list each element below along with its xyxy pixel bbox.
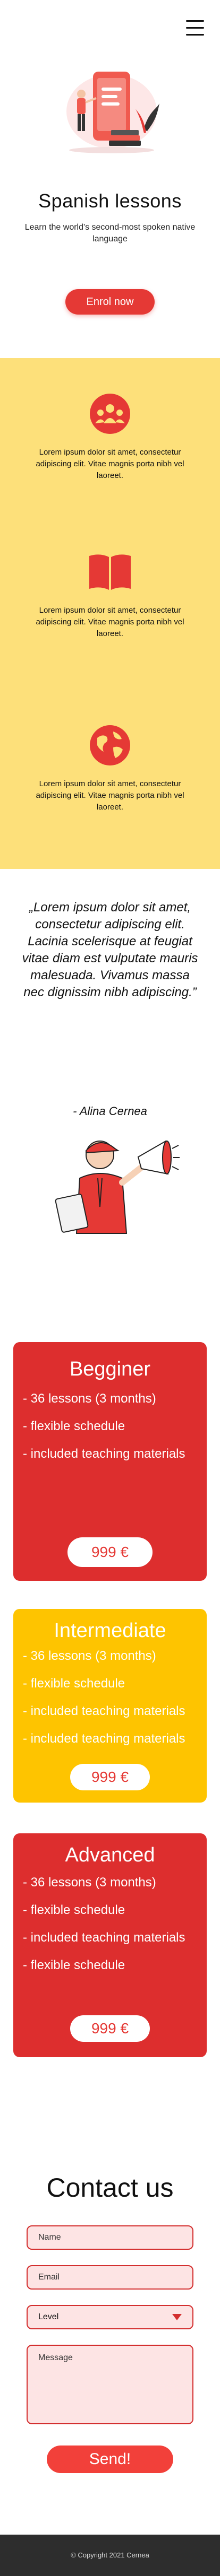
plan-title: Advanced (65, 1844, 155, 1866)
open-book-icon (89, 554, 131, 590)
hero-subtitle: Learn the world's second-most spoken nat… (24, 223, 196, 243)
plan-feature: - included teaching materials (23, 1704, 185, 1718)
plan-feature: - flexible schedule (23, 1903, 125, 1917)
testimonial-author: - Alina Cernea (73, 1104, 147, 1118)
globe-icon (90, 725, 130, 765)
plan-feature: - included teaching materials (23, 1731, 185, 1746)
email-field[interactable] (27, 2265, 193, 2290)
feature-text: Lorem ipsum dolor sit amet, consectetur … (36, 779, 184, 812)
plan-feature: - 36 lessons (3 months) (23, 1391, 156, 1406)
plan-title: Begginer (69, 1358, 151, 1380)
message-field[interactable] (27, 2345, 193, 2424)
send-button[interactable]: Send! (47, 2446, 173, 2473)
feature-item: Lorem ipsum dolor sit amet, consectetur … (0, 393, 220, 482)
plan-feature: - 36 lessons (3 months) (23, 1875, 156, 1890)
plan-feature-list: - 36 lessons (3 months) - flexible sched… (13, 1648, 207, 1747)
features-section: Lorem ipsum dolor sit amet, consectetur … (0, 358, 220, 869)
testimonial-quote: „Lorem ipsum dolor sit amet, consectetur… (22, 900, 198, 999)
plan-feature: - 36 lessons (3 months) (23, 1649, 156, 1663)
price-button[interactable]: 999 € (70, 1764, 150, 1790)
person-megaphone-illustration (55, 1140, 180, 1234)
plan-feature: - included teaching materials (23, 1930, 185, 1945)
menu-line (186, 34, 204, 36)
menu-line (186, 27, 204, 29)
header (0, 0, 220, 58)
plan-card-intermediate: Intermediate - 36 lessons (3 months) - f… (13, 1609, 207, 1803)
level-select-value: Level (38, 2312, 59, 2321)
plan-title: Intermediate (54, 1620, 166, 1642)
page-title: Spanish lessons (38, 190, 182, 212)
plan-feature-list: - 36 lessons (3 months) - flexible sched… (13, 1874, 207, 1974)
copyright-text: © Copyright 2021 Cernea (71, 2551, 149, 2559)
level-select[interactable]: Level (27, 2305, 193, 2329)
enroll-button[interactable]: Enrol now (65, 289, 155, 315)
hamburger-menu-icon[interactable] (186, 20, 204, 36)
plan-card-advanced: Advanced - 36 lessons (3 months) - flexi… (13, 1833, 207, 2057)
feature-item: Lorem ipsum dolor sit amet, consectetur … (0, 551, 220, 640)
feature-text: Lorem ipsum dolor sit amet, consectetur … (36, 448, 184, 480)
plan-feature: - flexible schedule (23, 1676, 125, 1691)
hero-illustration (66, 72, 159, 153)
chevron-down-icon (172, 2314, 182, 2320)
menu-line (186, 20, 204, 22)
plan-feature: - included teaching materials (23, 1447, 185, 1461)
plan-feature: - flexible schedule (23, 1419, 125, 1433)
people-group-icon (90, 394, 130, 434)
price-button[interactable]: 999 € (70, 2015, 150, 2042)
plan-card-begginer: Begginer - 36 lessons (3 months) - flexi… (13, 1342, 207, 1581)
plan-feature-list: - 36 lessons (3 months) - flexible sched… (13, 1390, 207, 1463)
feature-text: Lorem ipsum dolor sit amet, consectetur … (36, 606, 184, 638)
feature-item: Lorem ipsum dolor sit amet, consectetur … (0, 724, 220, 813)
price-button[interactable]: 999 € (67, 1537, 153, 1567)
name-field[interactable] (27, 2225, 193, 2250)
contact-title: Contact us (46, 2173, 174, 2203)
plan-feature: - flexible schedule (23, 1958, 125, 1972)
footer: © Copyright 2021 Cernea (0, 2535, 220, 2576)
